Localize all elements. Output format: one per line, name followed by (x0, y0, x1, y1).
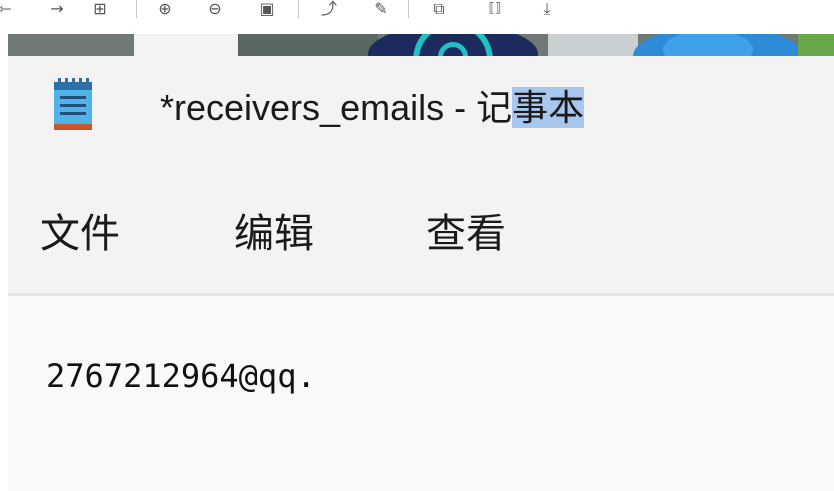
menu-bar: 文件 编辑 查看 (8, 176, 834, 292)
toolbar-divider (408, 0, 409, 18)
text-editor[interactable]: 2767212964@qq. (8, 296, 834, 491)
wallpaper-shape (548, 34, 638, 56)
zoom-in-icon[interactable]: ⊕ (154, 0, 176, 18)
translate-icon[interactable]: ⧉ (428, 0, 450, 18)
forward-arrow-icon[interactable]: → (46, 0, 68, 18)
wallpaper-shape (238, 34, 378, 56)
menu-file[interactable]: 文件 (40, 204, 120, 264)
desktop-wallpaper (8, 34, 834, 56)
title-bar[interactable]: *receivers_emails - 记事本 (8, 56, 834, 160)
grid-icon[interactable]: ⊞ (88, 0, 112, 18)
download-icon[interactable]: ⤓ (536, 0, 558, 18)
wallpaper-shape (663, 34, 753, 56)
toolbar-divider (136, 0, 137, 18)
editor-content[interactable]: 2767212964@qq. (46, 352, 316, 400)
rotate-icon[interactable]: ⤴ (318, 0, 340, 18)
zoom-out-icon[interactable]: ⊖ (204, 0, 226, 18)
ocr-icon[interactable]: ⟦⟧ (482, 0, 508, 18)
window-title: *receivers_emails - 记事本 (160, 84, 585, 132)
wallpaper-shape (134, 34, 238, 56)
fit-icon[interactable]: ▣ (256, 0, 278, 18)
window-title-text: *receivers_emails - 记 (160, 87, 513, 128)
window-title-selection: 事本 (512, 87, 585, 128)
back-arrow-icon[interactable]: ⇽ (0, 0, 16, 18)
toolbar-divider (298, 0, 299, 18)
notepad-window: *receivers_emails - 记事本 文件 编辑 查看 2767212… (8, 56, 834, 491)
notepad-icon (54, 78, 92, 130)
menu-view[interactable]: 查看 (426, 204, 506, 264)
viewer-toolbar: ⇽ → ⊞ ⊕ ⊖ ▣ ⤴ ✎ ⧉ ⟦⟧ ⤓ (0, 0, 834, 34)
menu-edit[interactable]: 编辑 (234, 204, 314, 264)
edit-icon[interactable]: ✎ (370, 0, 392, 18)
wallpaper-shape (798, 34, 834, 56)
